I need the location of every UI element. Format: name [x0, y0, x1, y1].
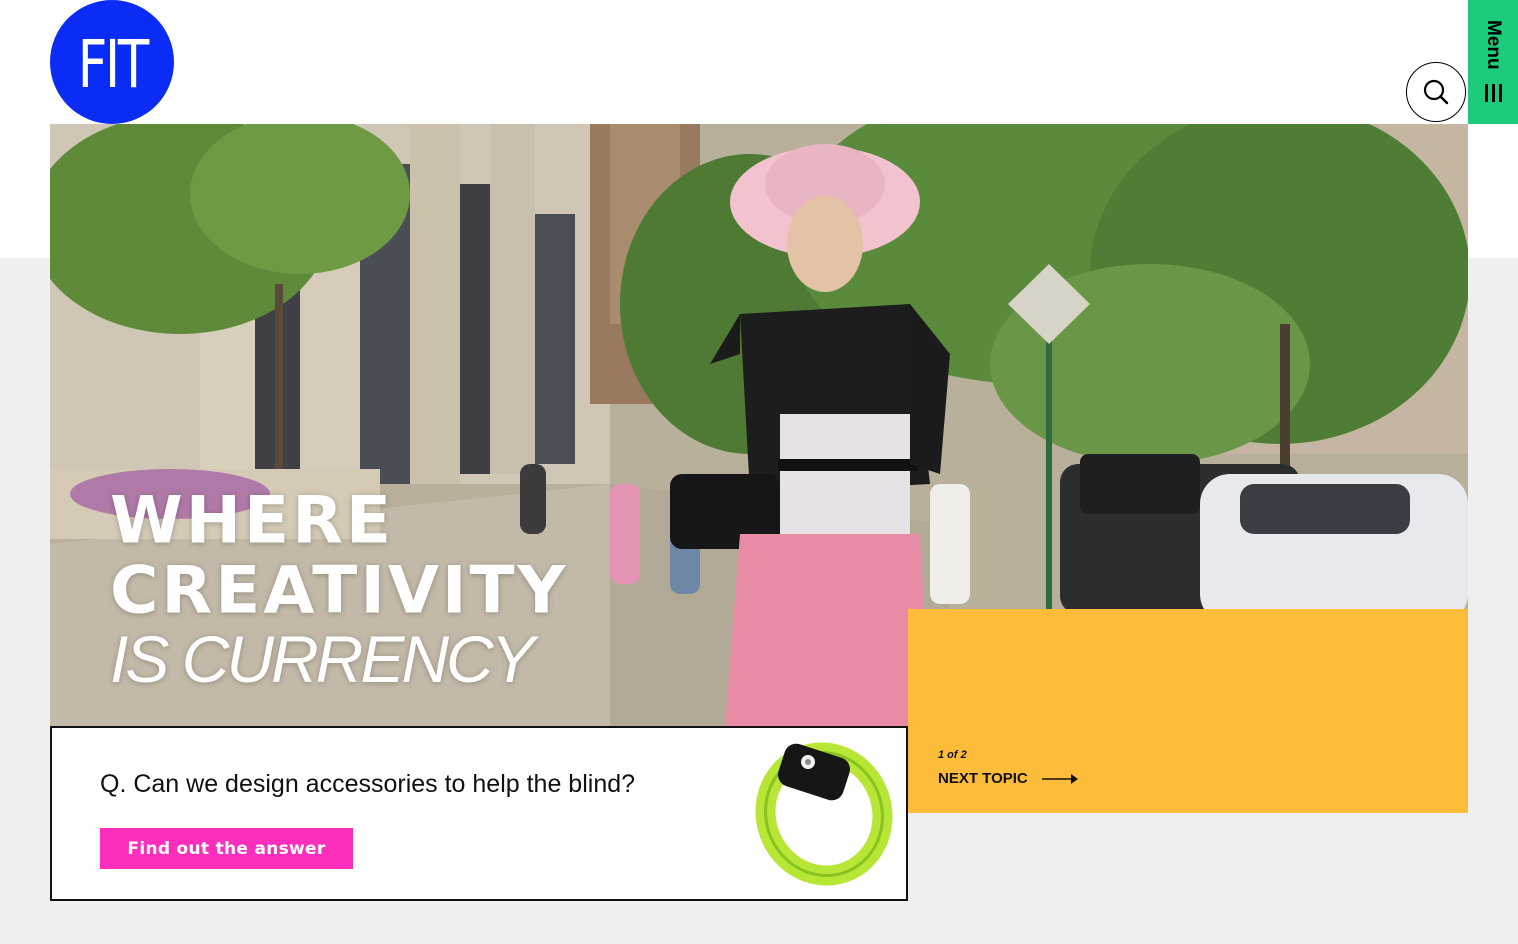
- menu-button[interactable]: Menu: [1468, 0, 1518, 124]
- hamburger-icon: [1485, 84, 1503, 102]
- headline-line-3: IS CURRENCY: [110, 622, 535, 696]
- carousel-panel: 1 of 2 NEXT TOPIC: [908, 609, 1468, 813]
- logo-text: FIT: [77, 25, 149, 103]
- feature-card: Q. Can we design accessories to help the…: [50, 726, 908, 901]
- headline-line-1: WHERE: [110, 482, 395, 559]
- search-icon: [1423, 79, 1449, 105]
- menu-label: Menu: [1483, 20, 1504, 70]
- slide-counter: 1 of 2: [938, 749, 967, 761]
- search-button[interactable]: [1406, 62, 1466, 122]
- feature-question: Q. Can we design accessories to help the…: [100, 770, 636, 798]
- hero-headline: WHERE CREATIVITY IS CURRENCY: [110, 486, 568, 692]
- headline-line-2: CREATIVITY: [110, 552, 569, 629]
- find-answer-button[interactable]: Find out the answer: [100, 828, 353, 869]
- next-topic-label: NEXT TOPIC: [938, 770, 1028, 787]
- wristband-image: [755, 742, 893, 886]
- next-topic-button[interactable]: NEXT TOPIC: [938, 770, 1078, 787]
- fit-logo[interactable]: FIT: [50, 0, 174, 124]
- arrow-right-icon: [1041, 773, 1078, 784]
